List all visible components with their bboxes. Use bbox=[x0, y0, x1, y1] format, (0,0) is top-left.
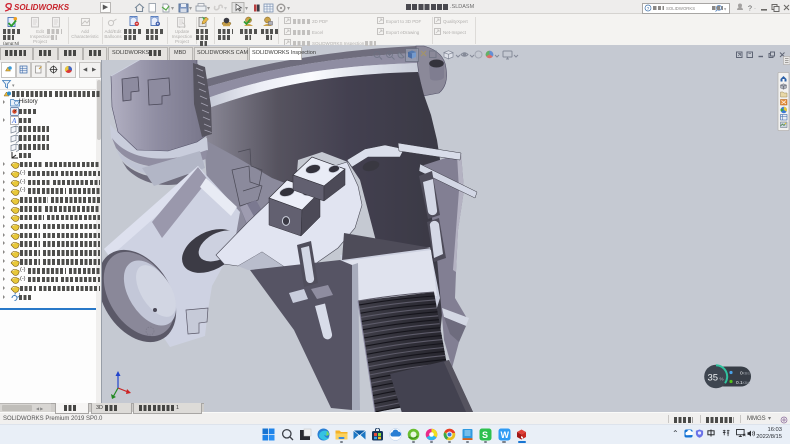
svg-text:%: % bbox=[720, 377, 724, 382]
svg-text:A: A bbox=[11, 117, 17, 125]
svg-text:▾: ▾ bbox=[12, 83, 15, 89]
svg-text:35: 35 bbox=[708, 373, 719, 384]
svg-text:S: S bbox=[482, 430, 488, 440]
svg-text:W: W bbox=[500, 430, 509, 440]
